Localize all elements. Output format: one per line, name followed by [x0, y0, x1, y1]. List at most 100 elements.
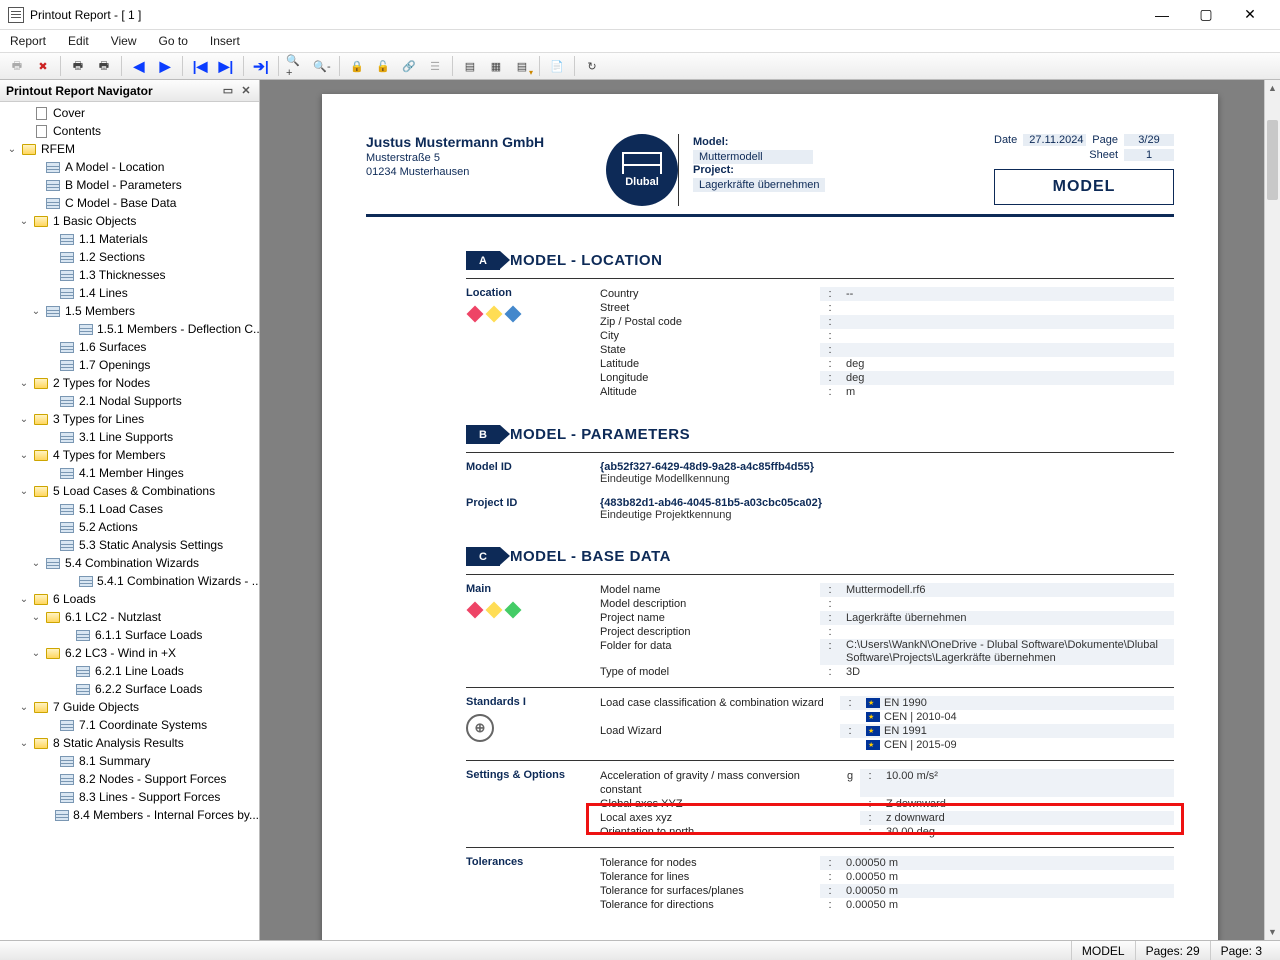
refresh-icon[interactable]: ↻	[581, 55, 603, 77]
prev-page-icon[interactable]: ◀	[128, 55, 150, 77]
lock-icon[interactable]: 🔒	[346, 55, 368, 77]
menu-report[interactable]: Report	[6, 33, 50, 49]
tree-item-81[interactable]: 8.1 Summary	[4, 752, 259, 770]
tree-item-21[interactable]: 2.1 Nodal Supports	[4, 392, 259, 410]
menu-edit[interactable]: Edit	[64, 33, 93, 49]
tree-item-71[interactable]: 7.1 Coordinate Systems	[4, 716, 259, 734]
tree-item-31[interactable]: 3.1 Line Supports	[4, 428, 259, 446]
sidebar: Printout Report Navigator ▭ ✕ Cover Cont…	[0, 80, 260, 940]
tree-item-52[interactable]: 5.2 Actions	[4, 518, 259, 536]
list-icon[interactable]: ☰	[424, 55, 446, 77]
scroll-down-icon[interactable]: ▼	[1265, 924, 1280, 940]
menu-view[interactable]: View	[107, 33, 141, 49]
sheet-value: 1	[1124, 149, 1174, 161]
tree-item-61[interactable]: ⌄6.1 LC2 - Nutzlast	[4, 608, 259, 626]
layout2-icon[interactable]: ▦	[485, 55, 507, 77]
tree-item-11[interactable]: 1.1 Materials	[4, 230, 259, 248]
group-tolerances: Tolerances	[466, 856, 586, 868]
date-value: 27.11.2024	[1023, 134, 1086, 146]
layout3-icon[interactable]: ▤▾	[511, 55, 533, 77]
tree-item-611[interactable]: 6.1.1 Surface Loads	[4, 626, 259, 644]
tree-item-15[interactable]: ⌄1.5 Members	[4, 302, 259, 320]
tree-item-3[interactable]: ⌄3 Types for Lines	[4, 410, 259, 428]
tree-item-7[interactable]: ⌄7 Guide Objects	[4, 698, 259, 716]
tree-item-16[interactable]: 1.6 Surfaces	[4, 338, 259, 356]
tree-item-cover[interactable]: Cover	[4, 104, 259, 122]
jump-icon[interactable]: ➔|	[250, 55, 272, 77]
printer-icon[interactable]: 🖶	[67, 55, 89, 77]
printers-icon[interactable]: 🖶	[93, 55, 115, 77]
tree-item-151[interactable]: 1.5.1 Members - Deflection C...	[4, 320, 259, 338]
sidebar-close-icon[interactable]: ✕	[239, 84, 253, 98]
layout1-icon[interactable]: ▤	[459, 55, 481, 77]
tree-item-b[interactable]: B Model - Parameters	[4, 176, 259, 194]
title-a: MODEL - LOCATION	[510, 252, 662, 269]
tree-item-84[interactable]: 8.4 Members - Internal Forces by...	[4, 806, 259, 824]
tree-item-14[interactable]: 1.4 Lines	[4, 284, 259, 302]
addr1: Musterstraße 5	[366, 152, 626, 164]
badge-c: C	[466, 547, 500, 566]
close-button[interactable]: ✕	[1228, 1, 1272, 29]
next-page-icon[interactable]: ▶	[154, 55, 176, 77]
tree-item-62[interactable]: ⌄6.2 LC3 - Wind in +X	[4, 644, 259, 662]
cubes-icon	[466, 601, 586, 619]
zoom-out-icon[interactable]: 🔍-	[311, 55, 333, 77]
tree-item-12[interactable]: 1.2 Sections	[4, 248, 259, 266]
eu-flag-icon	[866, 740, 880, 750]
tree-item-82[interactable]: 8.2 Nodes - Support Forces	[4, 770, 259, 788]
tree-item-621[interactable]: 6.2.1 Line Loads	[4, 662, 259, 680]
tree-item-13[interactable]: 1.3 Thicknesses	[4, 266, 259, 284]
maximize-button[interactable]: ▢	[1184, 1, 1228, 29]
model-value: Muttermodell	[693, 150, 813, 164]
group-location: Location	[466, 287, 586, 299]
tree-item-8[interactable]: ⌄8 Static Analysis Results	[4, 734, 259, 752]
tree-item-rfem[interactable]: ⌄RFEM	[4, 140, 259, 158]
logo-icon: Dlubal	[606, 134, 678, 206]
date-key: Date	[994, 134, 1017, 146]
eu-flag-icon	[866, 726, 880, 736]
status-pages: Pages: 29	[1135, 941, 1210, 960]
tree-item-51[interactable]: 5.1 Load Cases	[4, 500, 259, 518]
last-page-icon[interactable]: ▶|	[215, 55, 237, 77]
link-icon[interactable]: 🔗	[398, 55, 420, 77]
tree-item-53[interactable]: 5.3 Static Analysis Settings	[4, 536, 259, 554]
group-settings: Settings & Options	[466, 769, 586, 781]
doc-icon[interactable]: 📄	[546, 55, 568, 77]
tree-item-83[interactable]: 8.3 Lines - Support Forces	[4, 788, 259, 806]
tree-item-41[interactable]: 4.1 Member Hinges	[4, 464, 259, 482]
vertical-scrollbar[interactable]: ▲ ▼	[1264, 80, 1280, 940]
tree-item-5[interactable]: ⌄5 Load Cases & Combinations	[4, 482, 259, 500]
delete-print-icon[interactable]: ✖	[32, 55, 54, 77]
tree-item-a[interactable]: A Model - Location	[4, 158, 259, 176]
page-key: Page	[1092, 134, 1118, 146]
scroll-up-icon[interactable]: ▲	[1265, 80, 1280, 96]
statusbar: MODEL Pages: 29 Page: 3	[0, 940, 1280, 960]
tree-item-4[interactable]: ⌄4 Types for Members	[4, 446, 259, 464]
print-icon[interactable]: 🖶	[6, 55, 28, 77]
eu-flag-icon	[866, 698, 880, 708]
scrollbar-thumb[interactable]	[1267, 120, 1278, 200]
tree-item-c[interactable]: C Model - Base Data	[4, 194, 259, 212]
tree-item-1[interactable]: ⌄1 Basic Objects	[4, 212, 259, 230]
tree-item-622[interactable]: 6.2.2 Surface Loads	[4, 680, 259, 698]
zoom-in-icon[interactable]: 🔍+	[285, 55, 307, 77]
tree-item-541[interactable]: 5.4.1 Combination Wizards - ...	[4, 572, 259, 590]
company-name: Justus Mustermann GmbH	[366, 134, 626, 150]
sidebar-header: Printout Report Navigator ▭ ✕	[0, 80, 259, 102]
tree-item-contents[interactable]: Contents	[4, 122, 259, 140]
eu-flag-icon	[866, 712, 880, 722]
sidebar-float-icon[interactable]: ▭	[221, 84, 235, 98]
first-page-icon[interactable]: |◀	[189, 55, 211, 77]
tree-item-54[interactable]: ⌄5.4 Combination Wizards	[4, 554, 259, 572]
menu-insert[interactable]: Insert	[206, 33, 244, 49]
cubes-icon	[466, 305, 586, 323]
tree-item-17[interactable]: 1.7 Openings	[4, 356, 259, 374]
unlock-icon[interactable]: 🔓	[372, 55, 394, 77]
sidebar-title: Printout Report Navigator	[6, 84, 153, 98]
tree-item-6[interactable]: ⌄6 Loads	[4, 590, 259, 608]
preview-area[interactable]: Justus Mustermann GmbH Musterstraße 5 01…	[260, 80, 1280, 940]
menu-goto[interactable]: Go to	[155, 33, 192, 49]
minimize-button[interactable]: ―	[1140, 1, 1184, 29]
tree-item-2[interactable]: ⌄2 Types for Nodes	[4, 374, 259, 392]
model-key: Model:	[693, 136, 728, 148]
